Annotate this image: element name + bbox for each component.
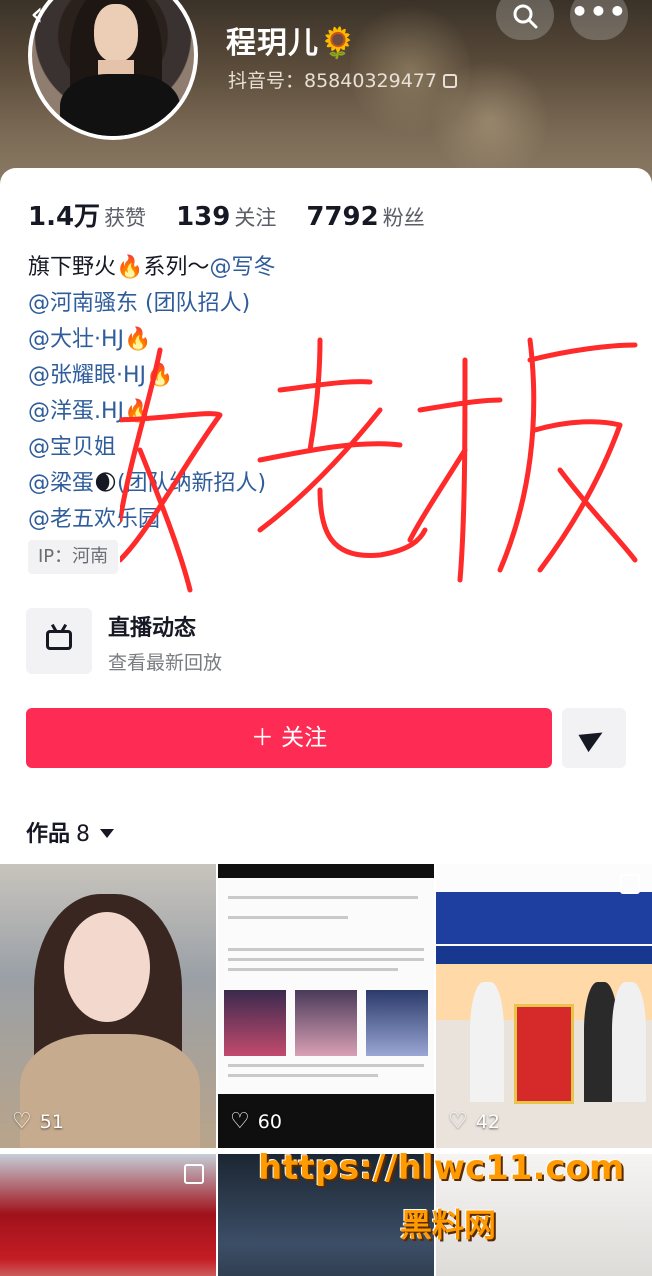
- multi-image-icon: [620, 874, 640, 894]
- fire-icon: 🔥: [116, 255, 144, 280]
- more-button[interactable]: •••: [570, 0, 628, 40]
- heart-icon: ♡: [12, 1109, 32, 1134]
- stat-likes-value: 1.4万: [28, 202, 101, 232]
- bio-line: 旗下野火🔥系列～@写冬: [28, 250, 628, 286]
- mention-link[interactable]: @张耀眼·HJ: [28, 363, 146, 388]
- live-replay-entry[interactable]: 直播动态 查看最新回放: [26, 608, 626, 676]
- thumbnail-pennant: [514, 1004, 574, 1104]
- text-line: [228, 1074, 378, 1077]
- text-line: [228, 1064, 424, 1067]
- bio-text: 旗下野火: [28, 255, 117, 280]
- bio-line: @大壮·HJ🔥: [28, 322, 628, 358]
- bio-line: @洋蛋.HJ🔥: [28, 394, 628, 430]
- text-line: [228, 968, 398, 971]
- mention-link[interactable]: @河南骚东 (团队招人): [28, 286, 628, 322]
- bio-line: @梁蛋🌒(团队纳新招人): [28, 466, 628, 502]
- caret-down-icon[interactable]: [100, 829, 115, 838]
- bio-text: 系列～: [143, 255, 210, 280]
- share-button[interactable]: [562, 708, 626, 768]
- thumbnail-photo: [366, 990, 428, 1056]
- stat-following-label: 关注: [234, 206, 277, 230]
- avatar-face: [94, 4, 138, 62]
- stat-likes-label: 获赞: [104, 206, 147, 230]
- profile-header: ‹ 程玥儿🌻 抖音号：85840329477 •••: [0, 0, 652, 190]
- back-icon[interactable]: ‹: [30, 0, 74, 34]
- thumbnail-banner: [436, 946, 652, 964]
- fire-icon: 🔥: [124, 327, 152, 352]
- tv-icon: [26, 608, 92, 674]
- video-thumbnail[interactable]: ♡ 51: [0, 864, 216, 1148]
- watermark-url: https://hlwc11.com: [258, 1148, 625, 1188]
- live-title: 直播动态: [108, 616, 197, 641]
- tv-shape: [46, 630, 72, 650]
- thumbnail-person: [612, 982, 646, 1102]
- stat-following-value: 139: [176, 202, 231, 232]
- profile-bio: 旗下野火🔥系列～@写冬 @河南骚东 (团队招人) @大壮·HJ🔥 @张耀眼·HJ…: [28, 250, 628, 538]
- like-count: ♡ 42: [448, 1109, 500, 1134]
- stat-followers-label: 粉丝: [382, 206, 425, 230]
- text-line: [228, 958, 424, 961]
- bio-text: (团队纳新招人): [116, 471, 267, 496]
- profile-name: 程玥儿🌻: [226, 26, 358, 61]
- heart-icon: ♡: [230, 1109, 250, 1134]
- live-subtitle: 查看最新回放: [108, 652, 223, 674]
- search-button[interactable]: [496, 0, 554, 40]
- like-count: ♡ 51: [12, 1109, 64, 1134]
- copy-icon[interactable]: [442, 74, 457, 88]
- like-count-value: 42: [475, 1111, 500, 1133]
- mention-link[interactable]: @老五欢乐园: [28, 502, 628, 538]
- profile-card: 1.4万 获赞 139 关注 7792 粉丝 旗下野火🔥系列～@写冬 @河南骚东 (团…: [0, 168, 652, 1276]
- watermark-site: 黑料网: [400, 1206, 497, 1244]
- profile-stats: 1.4万 获赞 139 关注 7792 粉丝: [28, 196, 455, 233]
- text-line: [228, 916, 348, 919]
- mention-link[interactable]: @洋蛋.HJ: [28, 399, 124, 424]
- stat-following[interactable]: 139 关注: [176, 202, 276, 232]
- thumbnail-photo: [295, 990, 357, 1056]
- stat-followers[interactable]: 7792 粉丝: [306, 202, 424, 232]
- fire-icon: 🔥: [124, 399, 152, 424]
- search-icon: [513, 4, 538, 29]
- mention-link[interactable]: @梁蛋: [28, 471, 94, 496]
- works-count: 8: [76, 822, 91, 847]
- stat-followers-value: 7792: [306, 202, 379, 232]
- more-icon: •••: [570, 0, 628, 28]
- text-line: [228, 948, 424, 951]
- send-icon: [578, 723, 608, 753]
- text-line: [228, 896, 418, 899]
- thumbnail-person: [470, 982, 504, 1102]
- video-thumbnail[interactable]: [0, 1154, 216, 1276]
- douyin-id-text: 抖音号：85840329477: [228, 70, 437, 92]
- heart-icon: ♡: [448, 1109, 468, 1134]
- like-count-value: 60: [257, 1111, 282, 1133]
- thumbnail-photo: [224, 990, 286, 1056]
- like-count: ♡ 60: [230, 1109, 282, 1134]
- douyin-id[interactable]: 抖音号：85840329477: [228, 66, 457, 93]
- fire-icon: 🔥: [146, 363, 174, 388]
- video-thumbnail[interactable]: ♡ 42: [436, 864, 652, 1148]
- mention-link[interactable]: @宝贝姐: [28, 430, 628, 466]
- thumbnail-banner: [436, 892, 652, 944]
- thumbnail-face: [64, 912, 150, 1022]
- video-thumbnail[interactable]: ♡ 60: [218, 864, 434, 1148]
- follow-button[interactable]: ＋ 关注: [26, 708, 552, 768]
- works-tab[interactable]: 作品 8: [26, 816, 115, 848]
- mention-link[interactable]: @写冬: [209, 255, 275, 280]
- moon-icon: 🌒: [94, 471, 117, 496]
- mention-link[interactable]: @大壮·HJ: [28, 327, 124, 352]
- bio-line: @张耀眼·HJ🔥: [28, 358, 628, 394]
- works-label: 作品: [26, 822, 71, 847]
- avatar-outfit: [60, 74, 180, 136]
- like-count-value: 51: [39, 1111, 64, 1133]
- thumbnail-document: [218, 878, 434, 1094]
- stat-likes[interactable]: 1.4万 获赞: [28, 196, 146, 233]
- multi-image-icon: [184, 1164, 204, 1184]
- ip-location-tag: IP：河南: [28, 540, 119, 574]
